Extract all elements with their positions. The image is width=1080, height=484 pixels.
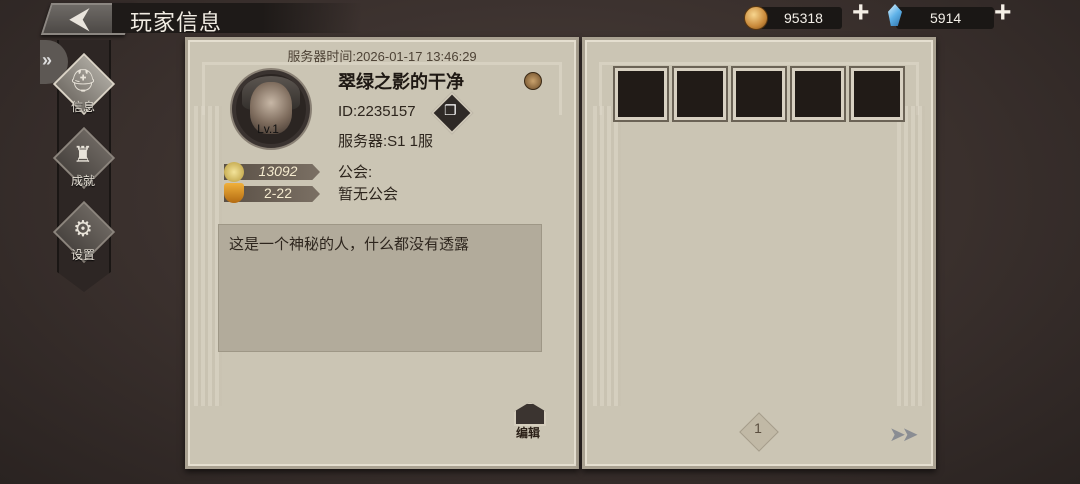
- item-slot[interactable]: [615, 68, 667, 120]
- add-gold-button[interactable]: +: [852, 0, 870, 30]
- bio-box: 这是一个神秘的人，什么都没有透露: [218, 224, 542, 352]
- player-id: ID:2235157: [338, 103, 416, 120]
- nav-item-achievements[interactable]: ♜ 成就: [52, 126, 116, 192]
- page-number: 1: [754, 420, 762, 436]
- nav-item-label: 信息: [70, 100, 95, 114]
- edit-book-icon: [514, 402, 546, 426]
- nav-item-label: 设置: [70, 248, 95, 262]
- castle-icon: ♜: [73, 142, 93, 167]
- bio-text: 这是一个神秘的人，什么都没有透露: [229, 236, 470, 253]
- helmet-icon: ⛑: [69, 68, 97, 93]
- add-gem-button[interactable]: +: [994, 0, 1012, 30]
- power-value: 13092: [258, 163, 298, 179]
- server-time: 服务器时间:2026-01-17 13:46:29: [287, 49, 477, 64]
- double-chevron-icon: »: [42, 50, 53, 70]
- stage-value: 2-22: [263, 185, 293, 201]
- nav-item-label: 成就: [70, 174, 95, 188]
- item-slot[interactable]: [674, 68, 726, 120]
- gold-value: 95318: [784, 10, 823, 26]
- nav-item-info[interactable]: ⛑ 信息: [52, 52, 116, 118]
- gem-icon: [888, 4, 902, 26]
- pillar-right: [897, 106, 925, 406]
- copy-icon: ❐: [444, 102, 457, 118]
- server-label: 服务器:S1 1服: [338, 133, 434, 150]
- profile-panel: 服务器时间:2026-01-17 13:46:29 Lv.1 翠绿之影的干净 I…: [185, 37, 579, 469]
- banner-icon: [224, 183, 244, 203]
- rank-badge-icon[interactable]: [524, 72, 542, 90]
- gear-icon: ⚙: [73, 216, 93, 241]
- next-page-arrow-icon[interactable]: ➤➤: [889, 422, 918, 447]
- player-name: 翠绿之影的干净: [338, 72, 464, 92]
- item-slot[interactable]: [851, 68, 903, 120]
- gold-counter: 95318: [744, 6, 842, 30]
- gem-value: 5914: [930, 10, 962, 26]
- lion-icon: [224, 162, 244, 182]
- nav-item-settings[interactable]: ⚙ 设置: [52, 200, 116, 266]
- item-slot[interactable]: [792, 68, 844, 120]
- edit-button[interactable]: 编辑: [508, 402, 548, 440]
- item-slot[interactable]: [733, 68, 785, 120]
- gem-counter: 5914: [888, 4, 994, 29]
- pillar-left: [593, 106, 621, 406]
- coin-icon: [744, 6, 768, 30]
- edit-label: 编辑: [515, 426, 540, 440]
- back-arrow-icon: ⮜: [70, 3, 89, 33]
- guild-value: 暂无公会: [338, 186, 399, 203]
- page-title: 玩家信息: [130, 10, 223, 35]
- level-label: Lv.1: [257, 122, 279, 136]
- slots-panel: 1 ➤➤: [582, 37, 936, 469]
- guild-label: 公会:: [338, 164, 373, 181]
- avatar[interactable]: [232, 70, 310, 148]
- top-bar: ⮜ 玩家信息 95318 + 5914 +: [0, 0, 1080, 36]
